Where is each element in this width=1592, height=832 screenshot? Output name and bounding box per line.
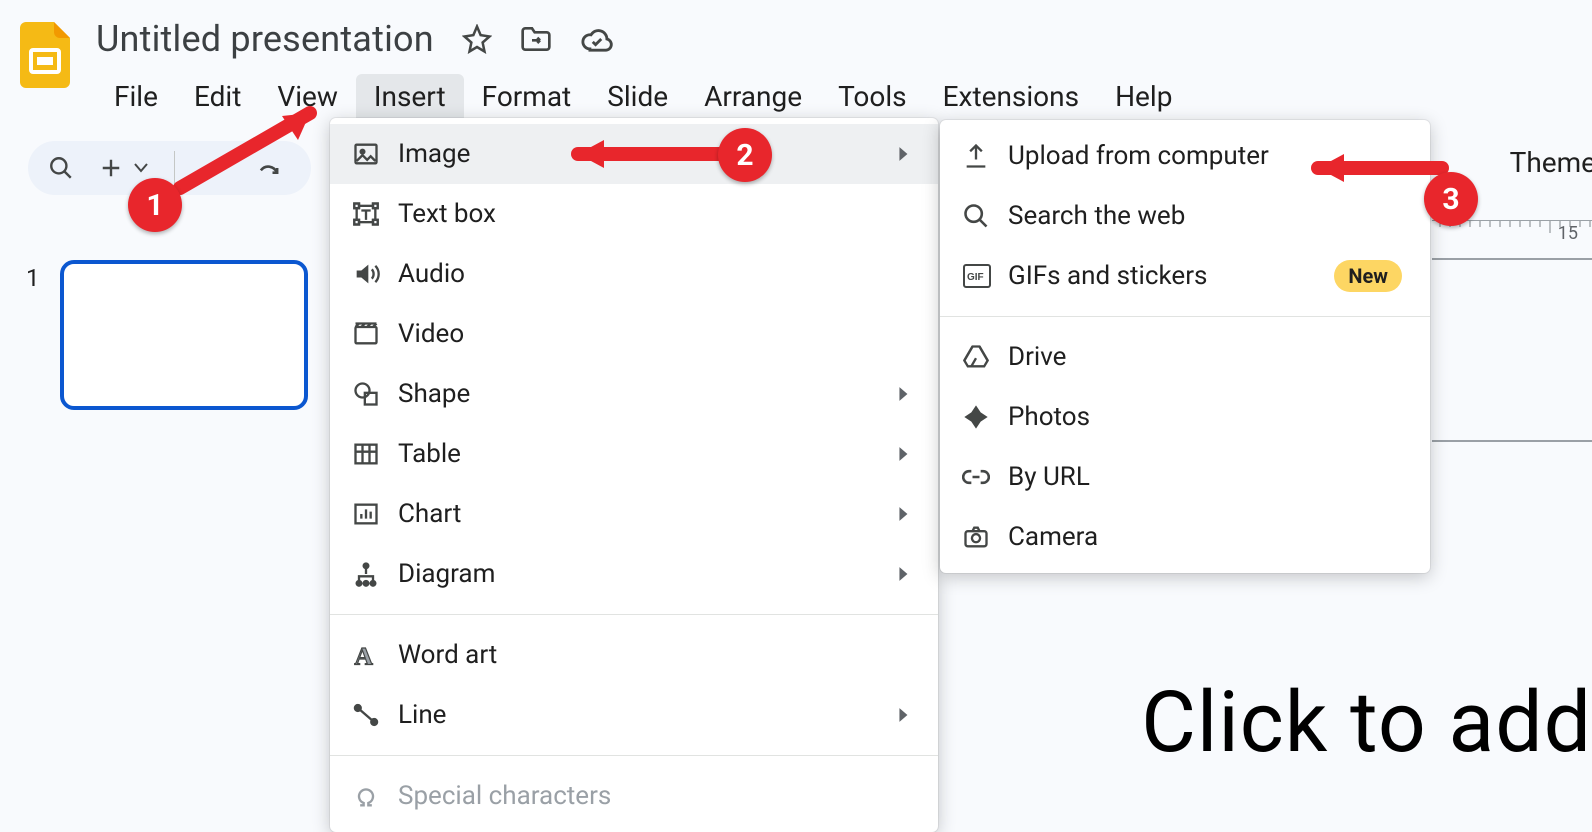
search-icon (962, 202, 1008, 230)
image-drive-item[interactable]: Drive (940, 327, 1430, 387)
submenu-arrow-icon (898, 499, 910, 529)
annotation-badge-3: 3 (1424, 172, 1478, 226)
menu-format[interactable]: Format (464, 74, 590, 123)
table-icon (352, 440, 398, 468)
menu-item-label: Word art (398, 640, 910, 670)
submenu-arrow-icon (898, 559, 910, 589)
audio-icon (352, 260, 398, 288)
cloud-saved-icon[interactable] (580, 26, 614, 52)
insert-shape-item[interactable]: Shape (330, 364, 938, 424)
image-by-url-item[interactable]: By URL (940, 447, 1430, 507)
insert-chart-item[interactable]: Chart (330, 484, 938, 544)
shape-icon (352, 380, 398, 408)
menu-item-label: By URL (1008, 462, 1402, 492)
insert-dropdown-menu: Image Text box Audio Video Shape Table (330, 118, 938, 832)
canvas-edge-line (1432, 258, 1592, 260)
image-camera-item[interactable]: Camera (940, 507, 1430, 567)
menu-item-label: Audio (398, 259, 910, 289)
slide-thumbnails-panel: 1 (26, 260, 308, 410)
new-slide-dropdown-icon[interactable] (134, 163, 148, 173)
menu-item-label: Camera (1008, 522, 1402, 552)
submenu-arrow-icon (898, 439, 910, 469)
new-slide-button[interactable] (100, 157, 122, 179)
menu-item-label: Line (398, 700, 898, 730)
search-the-web-item[interactable]: Search the web (940, 186, 1430, 246)
annotation-badge-2: 2 (718, 128, 772, 182)
menu-item-label: Search the web (1008, 201, 1402, 231)
new-badge: New (1334, 260, 1402, 292)
menu-help[interactable]: Help (1097, 74, 1190, 123)
svg-text:A: A (354, 641, 373, 669)
line-icon (352, 701, 398, 729)
menu-item-label: GIFs and stickers (1008, 261, 1334, 291)
annotation-arrow-1 (170, 98, 340, 202)
link-icon (962, 463, 1008, 491)
insert-video-item[interactable]: Video (330, 304, 938, 364)
menu-item-label: Diagram (398, 559, 898, 589)
menu-item-label: Drive (1008, 342, 1402, 372)
upload-icon (962, 142, 1008, 170)
specialchars-icon (352, 782, 398, 810)
menu-extensions[interactable]: Extensions (925, 74, 1097, 123)
photos-icon (962, 403, 1008, 431)
canvas-edge-line (1432, 440, 1592, 442)
menu-item-label: Text box (398, 199, 910, 229)
image-photos-item[interactable]: Photos (940, 387, 1430, 447)
slide-number: 1 (26, 264, 40, 292)
menu-item-label: Special characters (398, 781, 910, 811)
insert-textbox-item[interactable]: Text box (330, 184, 938, 244)
menu-slide[interactable]: Slide (589, 74, 686, 123)
document-title[interactable]: Untitled presentation (96, 18, 434, 60)
submenu-arrow-icon (898, 379, 910, 409)
menu-item-label: Table (398, 439, 898, 469)
drive-icon (962, 343, 1008, 371)
insert-wordart-item[interactable]: A Word art (330, 625, 938, 685)
svg-text:GIF: GIF (967, 272, 984, 283)
insert-line-item[interactable]: Line (330, 685, 938, 745)
submenu-arrow-icon (898, 700, 910, 730)
menu-arrange[interactable]: Arrange (686, 74, 820, 123)
menu-file[interactable]: File (96, 74, 176, 123)
menu-separator (330, 614, 938, 615)
diagram-icon (352, 560, 398, 588)
insert-table-item[interactable]: Table (330, 424, 938, 484)
insert-special-characters-item[interactable]: Special characters (330, 766, 938, 826)
textbox-icon (352, 200, 398, 228)
menu-tools[interactable]: Tools (820, 74, 925, 123)
insert-audio-item[interactable]: Audio (330, 244, 938, 304)
move-to-folder-icon[interactable] (520, 25, 552, 53)
search-menus-icon[interactable] (48, 155, 74, 181)
chart-icon (352, 500, 398, 528)
menu-item-label: Photos (1008, 402, 1402, 432)
video-icon (352, 320, 398, 348)
title-placeholder-text[interactable]: Click to add (1141, 673, 1592, 772)
menu-separator (330, 755, 938, 756)
theme-button-label[interactable]: Theme (1510, 146, 1592, 179)
menu-item-label: Video (398, 319, 910, 349)
menu-item-label: Shape (398, 379, 898, 409)
slide-thumbnail-1[interactable] (60, 260, 308, 410)
slides-logo (18, 18, 72, 92)
wordart-icon: A (352, 641, 398, 669)
image-icon (352, 140, 398, 168)
menu-separator (940, 316, 1430, 317)
annotation-badge-1: 1 (128, 178, 182, 232)
camera-icon (962, 523, 1008, 551)
menu-insert[interactable]: Insert (356, 74, 464, 123)
gifs-and-stickers-item[interactable]: GIF GIFs and stickers New (940, 246, 1430, 306)
annotation-arrow-2 (548, 134, 738, 178)
menu-item-label: Chart (398, 499, 898, 529)
gif-icon: GIF (962, 263, 1008, 289)
submenu-arrow-icon (898, 139, 910, 169)
insert-diagram-item[interactable]: Diagram (330, 544, 938, 604)
star-icon[interactable] (462, 24, 492, 54)
